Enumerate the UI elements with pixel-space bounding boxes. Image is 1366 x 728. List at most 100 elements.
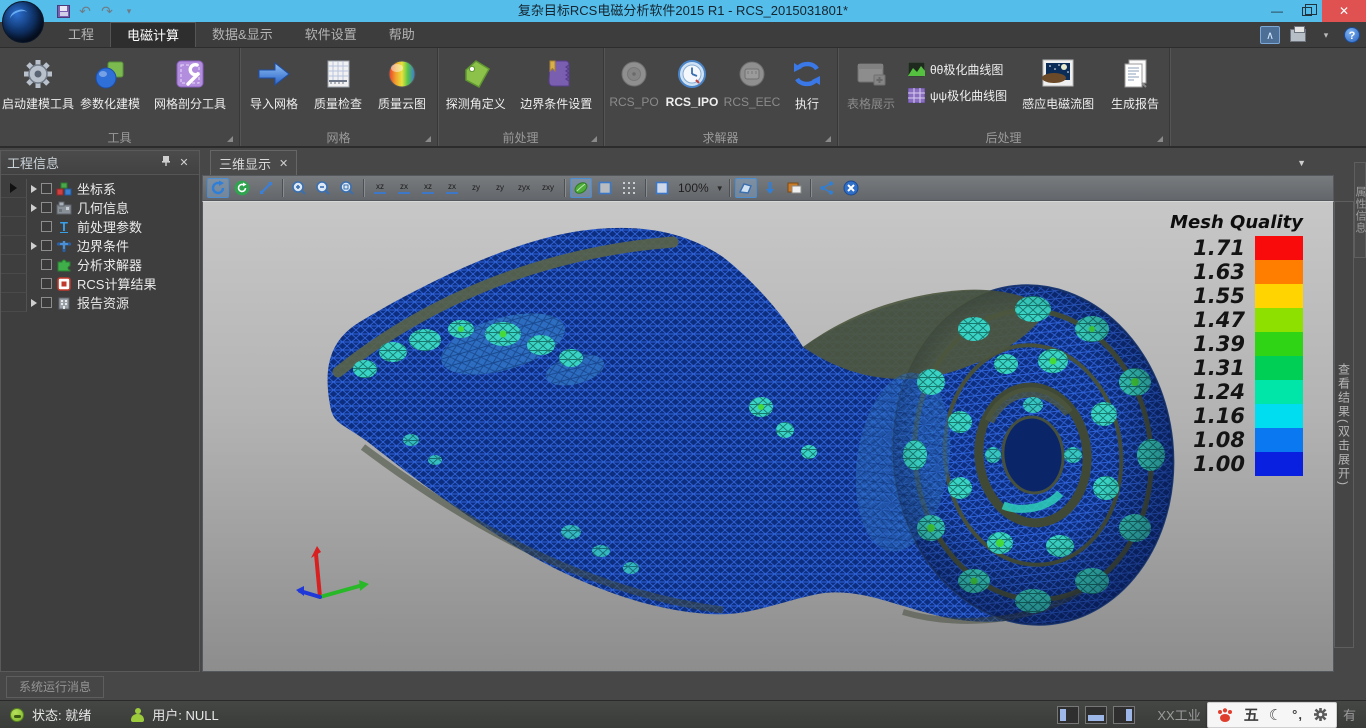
tab-data-display[interactable]: 数据&显示: [196, 22, 289, 47]
tree-item-preprocess-params[interactable]: T 前处理参数: [1, 217, 199, 236]
tree-item-analysis-solver[interactable]: 分析求解器: [1, 255, 199, 274]
arrow-down-button[interactable]: [759, 178, 781, 198]
close-button[interactable]: ✕: [1322, 0, 1366, 22]
ribbon-collapse-button[interactable]: ∧: [1260, 26, 1280, 44]
table-display-button[interactable]: 表格展示: [840, 52, 902, 112]
view-iso2-button[interactable]: zxy: [537, 178, 559, 198]
view-right-button[interactable]: zx: [441, 178, 463, 198]
dialog-launcher-icon[interactable]: [825, 136, 831, 142]
quality-check-button[interactable]: 质量检查: [306, 52, 370, 112]
tab-help[interactable]: 帮助: [373, 22, 431, 47]
checkbox[interactable]: [41, 183, 52, 194]
generate-report-button[interactable]: 生成报告: [1103, 52, 1167, 112]
layout-left-button[interactable]: [1057, 706, 1079, 724]
checkbox[interactable]: [41, 240, 52, 251]
tab-project[interactable]: 工程: [52, 22, 110, 47]
tab-3d-display[interactable]: 三维显示 ✕: [210, 150, 297, 175]
parametric-modeling-button[interactable]: 参数化建模: [74, 52, 146, 112]
device-button[interactable]: [1288, 26, 1308, 44]
view-bottom-button[interactable]: zy: [489, 178, 511, 198]
checkbox[interactable]: [41, 202, 52, 213]
psi-polar-curve-button[interactable]: ψψ极化曲线图: [908, 84, 1007, 106]
legend-swatch: [1255, 404, 1303, 428]
properties-collapsed-tab[interactable]: 属性信息: [1354, 162, 1366, 258]
tree-item-rcs-results[interactable]: RCS计算结果: [1, 274, 199, 293]
green-chart-icon: [908, 62, 925, 77]
launch-modeling-tool-button[interactable]: 启动建模工具: [2, 52, 74, 112]
view-iso1-button[interactable]: zyx: [513, 178, 535, 198]
rcs-po-button[interactable]: RCS_PO: [606, 52, 662, 109]
dialog-launcher-icon[interactable]: [227, 136, 233, 142]
tab-em-computation[interactable]: 电磁计算: [110, 22, 196, 47]
ime-mode[interactable]: 五: [1244, 704, 1259, 725]
capture-window-button[interactable]: [783, 178, 805, 198]
device-dropdown[interactable]: ▾: [1316, 26, 1336, 44]
menu-bar: 工程 电磁计算 数据&显示 软件设置 帮助 ∧ ▾ ?: [0, 22, 1366, 48]
polygon-select-button[interactable]: [735, 178, 757, 198]
ime-settings-gear-icon[interactable]: [1313, 707, 1328, 722]
shaded-mode-button[interactable]: [570, 178, 592, 198]
view-back-button[interactable]: zx: [393, 178, 415, 198]
layout-right-button[interactable]: [1113, 706, 1135, 724]
mesh-model[interactable]: [203, 202, 1334, 672]
moon-icon[interactable]: ☾: [1269, 706, 1282, 724]
results-collapsed-bar[interactable]: 查看结果(双击展开): [1334, 201, 1354, 648]
sync-view-button[interactable]: [231, 178, 253, 198]
ime-toolbar[interactable]: 五 ☾ °,: [1207, 702, 1337, 728]
pin-icon[interactable]: [157, 155, 175, 170]
rotate-view-button[interactable]: [207, 178, 229, 198]
tab-software-settings[interactable]: 软件设置: [289, 22, 373, 47]
zoom-fit-button[interactable]: [336, 178, 358, 198]
mesh-partition-tool-button[interactable]: 网格剖分工具: [146, 52, 234, 112]
execute-button[interactable]: 执行: [782, 52, 832, 112]
minimize-button[interactable]: —: [1262, 0, 1292, 22]
connector-icon: [734, 56, 770, 92]
help-button[interactable]: ?: [1344, 27, 1360, 43]
induced-current-map-button[interactable]: 感应电磁流图: [1013, 52, 1103, 112]
checkbox[interactable]: [41, 221, 52, 232]
points-mode-button[interactable]: [618, 178, 640, 198]
system-messages-tab[interactable]: 系统运行消息: [6, 676, 104, 698]
ime-punctuation[interactable]: °,: [1292, 707, 1303, 722]
expander-icon[interactable]: [27, 204, 41, 212]
view-top-button[interactable]: zy: [465, 178, 487, 198]
zoom-in-button[interactable]: [288, 178, 310, 198]
panel-close-icon[interactable]: ✕: [175, 156, 193, 169]
pan-button[interactable]: [255, 178, 277, 198]
dialog-launcher-icon[interactable]: [591, 136, 597, 142]
rcs-eec-button[interactable]: RCS_EEC: [722, 52, 782, 109]
rcs-ipo-button[interactable]: RCS_IPO: [662, 52, 722, 109]
expander-icon[interactable]: [27, 185, 41, 193]
checkbox[interactable]: [41, 259, 52, 270]
theta-polar-curve-button[interactable]: θθ极化曲线图: [908, 58, 1007, 80]
boundary-condition-button[interactable]: 边界条件设置: [512, 52, 601, 112]
zoom-level-value[interactable]: 100%: [678, 181, 709, 195]
probe-angle-button[interactable]: 探测角定义: [440, 52, 512, 112]
view-front-button[interactable]: xz: [369, 178, 391, 198]
tabstrip-dropdown-icon[interactable]: ▼: [1297, 158, 1306, 168]
tree-item-coordinate-system[interactable]: 坐标系: [1, 179, 199, 198]
expander-icon[interactable]: [27, 299, 41, 307]
expander-icon[interactable]: [27, 242, 41, 250]
quality-cloud-button[interactable]: 质量云图: [370, 52, 434, 112]
zoom-out-button[interactable]: [312, 178, 334, 198]
viewport-3d-canvas[interactable]: Mesh Quality 1.71 1.63 1.55 1.47 1.39 1.…: [202, 201, 1334, 672]
share-button[interactable]: [816, 178, 838, 198]
tab-close-icon[interactable]: ✕: [279, 157, 288, 170]
zoom-dropdown-icon[interactable]: ▼: [716, 184, 724, 193]
checkbox[interactable]: [41, 297, 52, 308]
app-logo-icon[interactable]: [2, 1, 44, 43]
tree-item-report-resources[interactable]: 报告资源: [1, 293, 199, 312]
dialog-launcher-icon[interactable]: [1157, 136, 1163, 142]
flat-mode-button[interactable]: [594, 178, 616, 198]
maximize-button[interactable]: [1292, 0, 1322, 22]
view-left-button[interactable]: xz: [417, 178, 439, 198]
dialog-launcher-icon[interactable]: [425, 136, 431, 142]
close-view-button[interactable]: [840, 178, 862, 198]
layout-bottom-button[interactable]: [1085, 706, 1107, 724]
import-mesh-button[interactable]: 导入网格: [242, 52, 306, 112]
tree-item-boundary-conditions[interactable]: 边界条件: [1, 236, 199, 255]
tree-item-geometry-info[interactable]: 几何信息: [1, 198, 199, 217]
zoom-level-icon[interactable]: [651, 178, 673, 198]
checkbox[interactable]: [41, 278, 52, 289]
